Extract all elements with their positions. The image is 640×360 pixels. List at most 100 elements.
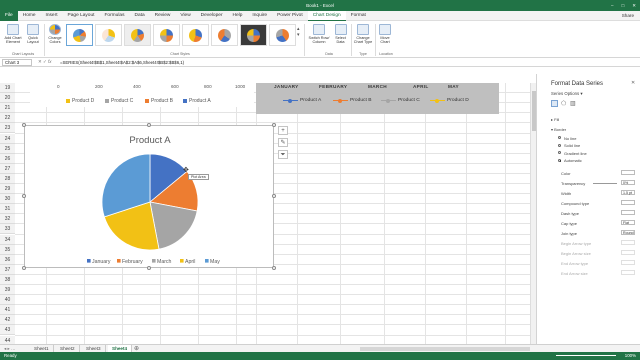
legend-label[interactable]: April [185, 259, 195, 265]
border-option-label[interactable]: No line [564, 136, 576, 141]
tab-data[interactable]: Data [129, 11, 149, 21]
row-header[interactable]: 43 [0, 325, 15, 336]
tab-home[interactable]: Home [18, 11, 41, 21]
pane-close-icon[interactable]: ✕ [631, 80, 635, 86]
horizontal-scrollbar[interactable] [360, 347, 530, 351]
row-header[interactable]: 33 [0, 224, 15, 235]
chart-style-7[interactable] [240, 24, 267, 46]
chart-style-6[interactable] [211, 24, 238, 46]
legend-entry[interactable]: Product B [333, 98, 371, 103]
resize-handle[interactable] [22, 194, 26, 198]
resize-handle[interactable] [272, 123, 276, 127]
legend-label[interactable]: March [157, 259, 172, 265]
move-chart-button[interactable]: Move Chart [377, 24, 393, 45]
tab-file[interactable]: File [0, 10, 18, 21]
row-header[interactable]: 22 [0, 113, 15, 124]
resize-handle[interactable] [272, 266, 276, 270]
row-header[interactable]: 40 [0, 295, 15, 306]
name-box[interactable]: Chart 3 [2, 59, 32, 66]
legend-entry[interactable]: Product D [430, 98, 469, 103]
close-button[interactable]: ✕ [632, 3, 636, 9]
tab-chart-design[interactable]: Chart Design [307, 10, 346, 21]
row-header[interactable]: 30 [0, 194, 15, 205]
border-option-radio[interactable] [558, 151, 562, 155]
row-header[interactable]: 35 [0, 244, 15, 255]
series-options-dropdown[interactable]: Series Options ▾ [551, 91, 583, 97]
resize-handle[interactable] [147, 266, 151, 270]
tab-power-pivot[interactable]: Power Pivot [272, 11, 308, 21]
tab-developer[interactable]: Developer [196, 11, 228, 21]
chart-style-5[interactable] [182, 24, 209, 46]
zoom-slider[interactable] [556, 355, 616, 356]
transparency-slider[interactable] [593, 182, 617, 184]
chart-style-2[interactable] [95, 24, 122, 46]
row-header[interactable]: 23 [0, 123, 15, 134]
chart-style-1[interactable] [66, 24, 93, 46]
row-header[interactable]: 21 [0, 103, 15, 114]
prop-control[interactable] [621, 240, 635, 245]
change-colors-button[interactable]: Change Colors [46, 24, 64, 45]
row-header[interactable]: 29 [0, 184, 15, 195]
legend-entry[interactable]: Product C [105, 98, 133, 104]
select-data-button[interactable]: Select Data [332, 24, 349, 45]
tab-review[interactable]: Review [150, 11, 176, 21]
border-option-radio[interactable] [558, 143, 562, 147]
chart-filters-button[interactable]: ⏷ [278, 150, 288, 159]
fill-section[interactable]: ▸ Fill [551, 117, 559, 122]
legend-entry[interactable]: Product D [66, 98, 94, 104]
pie-chart[interactable]: Product A January February March April May P… [24, 125, 274, 268]
add-chart-element-button[interactable]: Add Chart Element [3, 24, 23, 45]
styles-scroll-icon[interactable]: ▴ ▾ [297, 26, 300, 38]
chart-style-3[interactable] [124, 24, 151, 46]
prop-control[interactable]: Round [621, 230, 635, 235]
resize-handle[interactable] [272, 194, 276, 198]
row-header[interactable]: 37 [0, 264, 15, 275]
row-header[interactable]: 26 [0, 153, 15, 164]
minimize-button[interactable]: – [611, 3, 614, 9]
border-section[interactable]: ▾ Border [551, 127, 566, 132]
row-header[interactable]: 25 [0, 143, 15, 154]
row-header[interactable]: 20 [0, 93, 15, 104]
legend-entry[interactable]: Product B [145, 98, 173, 104]
tab-formulas[interactable]: Formulas [99, 11, 129, 21]
fill-line-icon[interactable] [551, 100, 558, 107]
tab-insert[interactable]: Insert [41, 11, 63, 21]
row-header[interactable]: 19 [0, 83, 15, 94]
prop-control[interactable] [621, 270, 635, 275]
border-option-radio[interactable] [558, 158, 562, 163]
row-header[interactable]: 34 [0, 234, 15, 245]
legend-entry[interactable]: Product A [183, 98, 211, 104]
row-header[interactable]: 28 [0, 173, 15, 184]
tab-format[interactable]: Format [346, 11, 371, 21]
prop-control[interactable] [621, 210, 635, 215]
row-header[interactable]: 24 [0, 133, 15, 144]
legend-label[interactable]: January [92, 259, 111, 265]
quick-layout-button[interactable]: Quick Layout [24, 24, 42, 45]
row-header[interactable]: 32 [0, 214, 15, 225]
change-chart-type-button[interactable]: Change Chart Type [353, 24, 373, 45]
prop-control[interactable] [621, 250, 635, 255]
legend-entry[interactable]: Product A [283, 98, 321, 103]
resize-handle[interactable] [147, 123, 151, 127]
chart-style-8[interactable] [269, 24, 296, 46]
prop-control[interactable] [621, 170, 635, 175]
legend-label[interactable]: February [122, 259, 143, 265]
series-options-icon[interactable]: ▥ [570, 100, 576, 107]
tab-view[interactable]: View [175, 11, 195, 21]
row-header[interactable]: 39 [0, 285, 15, 296]
resize-handle[interactable] [22, 123, 26, 127]
maximize-button[interactable]: □ [622, 3, 625, 9]
row-header[interactable]: 42 [0, 315, 15, 326]
border-option-label[interactable]: Solid line [564, 143, 580, 148]
share-button[interactable]: Share [622, 11, 634, 21]
chart-styles-button[interactable]: ✎ [278, 138, 288, 147]
legend-label[interactable]: May [210, 259, 220, 265]
prop-control[interactable] [621, 260, 635, 265]
prop-control[interactable] [621, 200, 635, 205]
row-header[interactable]: 36 [0, 254, 15, 265]
prop-control[interactable]: 0% [621, 180, 635, 185]
border-option-radio[interactable] [558, 136, 562, 140]
border-option-label[interactable]: Gradient line [564, 151, 587, 156]
bar-chart-partial[interactable] [30, 83, 254, 107]
chart-style-4[interactable] [153, 24, 180, 46]
